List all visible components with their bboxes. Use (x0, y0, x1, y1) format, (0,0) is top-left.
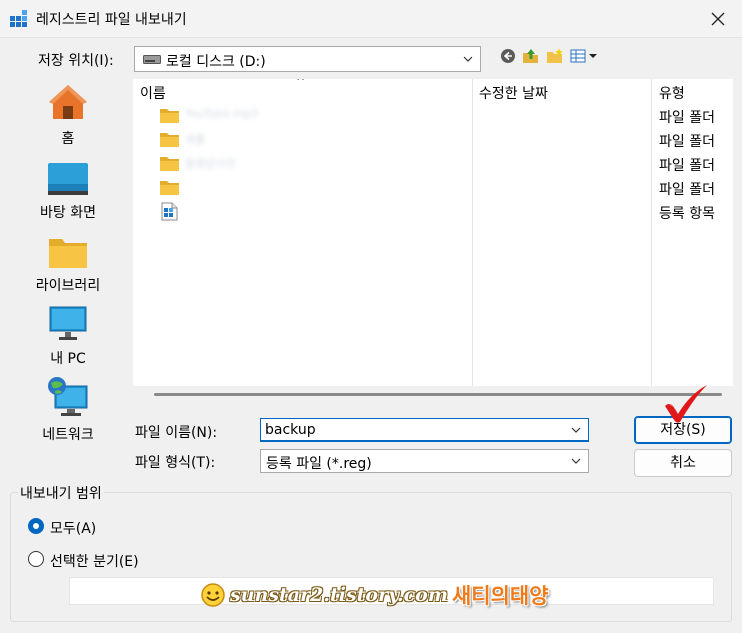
file-list[interactable]: ^ 이름 수정한 날짜 유형 YouTube mp3 파일 폴더 새폴 파일 폴… (133, 79, 733, 386)
save-location-label: 저장 위치(I): (38, 53, 114, 69)
scrollbar-thumb[interactable] (154, 393, 722, 396)
save-location-combo[interactable]: 로컬 디스크 (D:) (134, 46, 481, 72)
place-this-pc[interactable]: 내 PC (8, 306, 128, 368)
list-item[interactable]: YouTube mp3 파일 폴더 (133, 104, 733, 128)
window-title: 레지스트리 파일 내보내기 (36, 12, 187, 28)
file-name: 새폴 (185, 133, 206, 146)
places-bar: 홈 바탕 화면 라이브러리 내 PC 네트워크 (8, 78, 128, 458)
column-header-modified[interactable]: 수정한 날짜 (479, 79, 548, 105)
list-item[interactable]: 새폴 파일 폴더 (133, 128, 733, 152)
file-name-label: 파일 이름(N): (135, 425, 218, 441)
watermark: sunstar2.tistory.com 새티의태양 (200, 580, 549, 610)
place-label: 네트워크 (42, 427, 94, 443)
place-label: 바탕 화면 (40, 205, 96, 221)
view-menu-icon[interactable] (570, 47, 598, 65)
file-type: 등록 항목 (659, 206, 715, 222)
file-type-combo[interactable]: 등록 파일 (*.reg) (260, 449, 589, 473)
file-type-value: 등록 파일 (*.reg) (266, 456, 372, 472)
folder-icon (160, 133, 179, 147)
chevron-down-icon (463, 56, 473, 62)
file-name-input[interactable] (261, 419, 561, 440)
up-folder-icon[interactable] (522, 47, 540, 65)
place-libraries[interactable]: 라이브러리 (8, 235, 128, 295)
watermark-site: sunstar2.tistory.com (230, 584, 448, 606)
column-header-type[interactable]: 유형 (659, 79, 685, 105)
back-icon[interactable] (500, 47, 516, 65)
list-item[interactable]: 등록 항목 (133, 200, 733, 224)
place-network[interactable]: 네트워크 (8, 376, 128, 444)
title-bar: 레지스트리 파일 내보내기 (0, 0, 742, 38)
export-all-radio[interactable] (28, 518, 44, 534)
place-label: 라이브러리 (35, 278, 101, 294)
file-type: 파일 폴더 (659, 158, 715, 174)
file-type: 파일 폴더 (659, 110, 715, 126)
file-name: 동영상사진 (185, 157, 236, 170)
folder-icon (160, 109, 179, 123)
column-header-name[interactable]: 이름 (140, 79, 166, 105)
save-location-value: 로컬 디스크 (D:) (166, 54, 266, 70)
folder-icon (160, 181, 179, 195)
home-icon (49, 85, 87, 119)
list-item[interactable]: 동영상사진 파일 폴더 (133, 152, 733, 176)
export-selected-branch-label: 선택한 분기(E) (50, 554, 139, 570)
sort-ascending-icon: ^ (296, 79, 306, 88)
place-home[interactable]: 홈 (8, 82, 128, 148)
export-all-label: 모두(A) (50, 521, 97, 537)
computer-icon (49, 306, 87, 340)
place-label: 홈 (61, 131, 75, 147)
place-desktop[interactable]: 바탕 화면 (8, 162, 128, 222)
file-type: 파일 폴더 (659, 182, 715, 198)
horizontal-scrollbar[interactable] (133, 386, 733, 400)
watermark-brand: 새티의태양 (451, 584, 549, 608)
file-type: 파일 폴더 (659, 134, 715, 150)
close-button[interactable] (704, 6, 732, 32)
file-name-input-box[interactable] (260, 418, 589, 442)
place-label: 내 PC (50, 351, 86, 367)
folder-icon (160, 157, 179, 171)
file-type-label: 파일 형식(T): (135, 455, 216, 471)
chevron-down-icon (571, 458, 581, 464)
desktop-icon (48, 163, 88, 195)
export-range-title: 내보내기 범위 (18, 483, 104, 503)
registry-file-icon (161, 202, 178, 221)
close-icon (711, 12, 725, 26)
red-checkmark-icon (665, 385, 707, 423)
chevron-down-icon[interactable] (570, 424, 582, 436)
new-folder-icon[interactable] (546, 47, 564, 65)
registry-app-icon (10, 10, 27, 27)
export-selected-branch-radio[interactable] (28, 551, 44, 567)
folder-icon (49, 239, 87, 268)
file-name: YouTube mp3 (185, 107, 258, 120)
cancel-button[interactable]: 취소 (634, 449, 732, 477)
network-icon (48, 377, 88, 416)
drive-icon (143, 55, 161, 64)
list-item[interactable]: 파일 폴더 (133, 176, 733, 200)
smiley-icon (201, 583, 225, 607)
